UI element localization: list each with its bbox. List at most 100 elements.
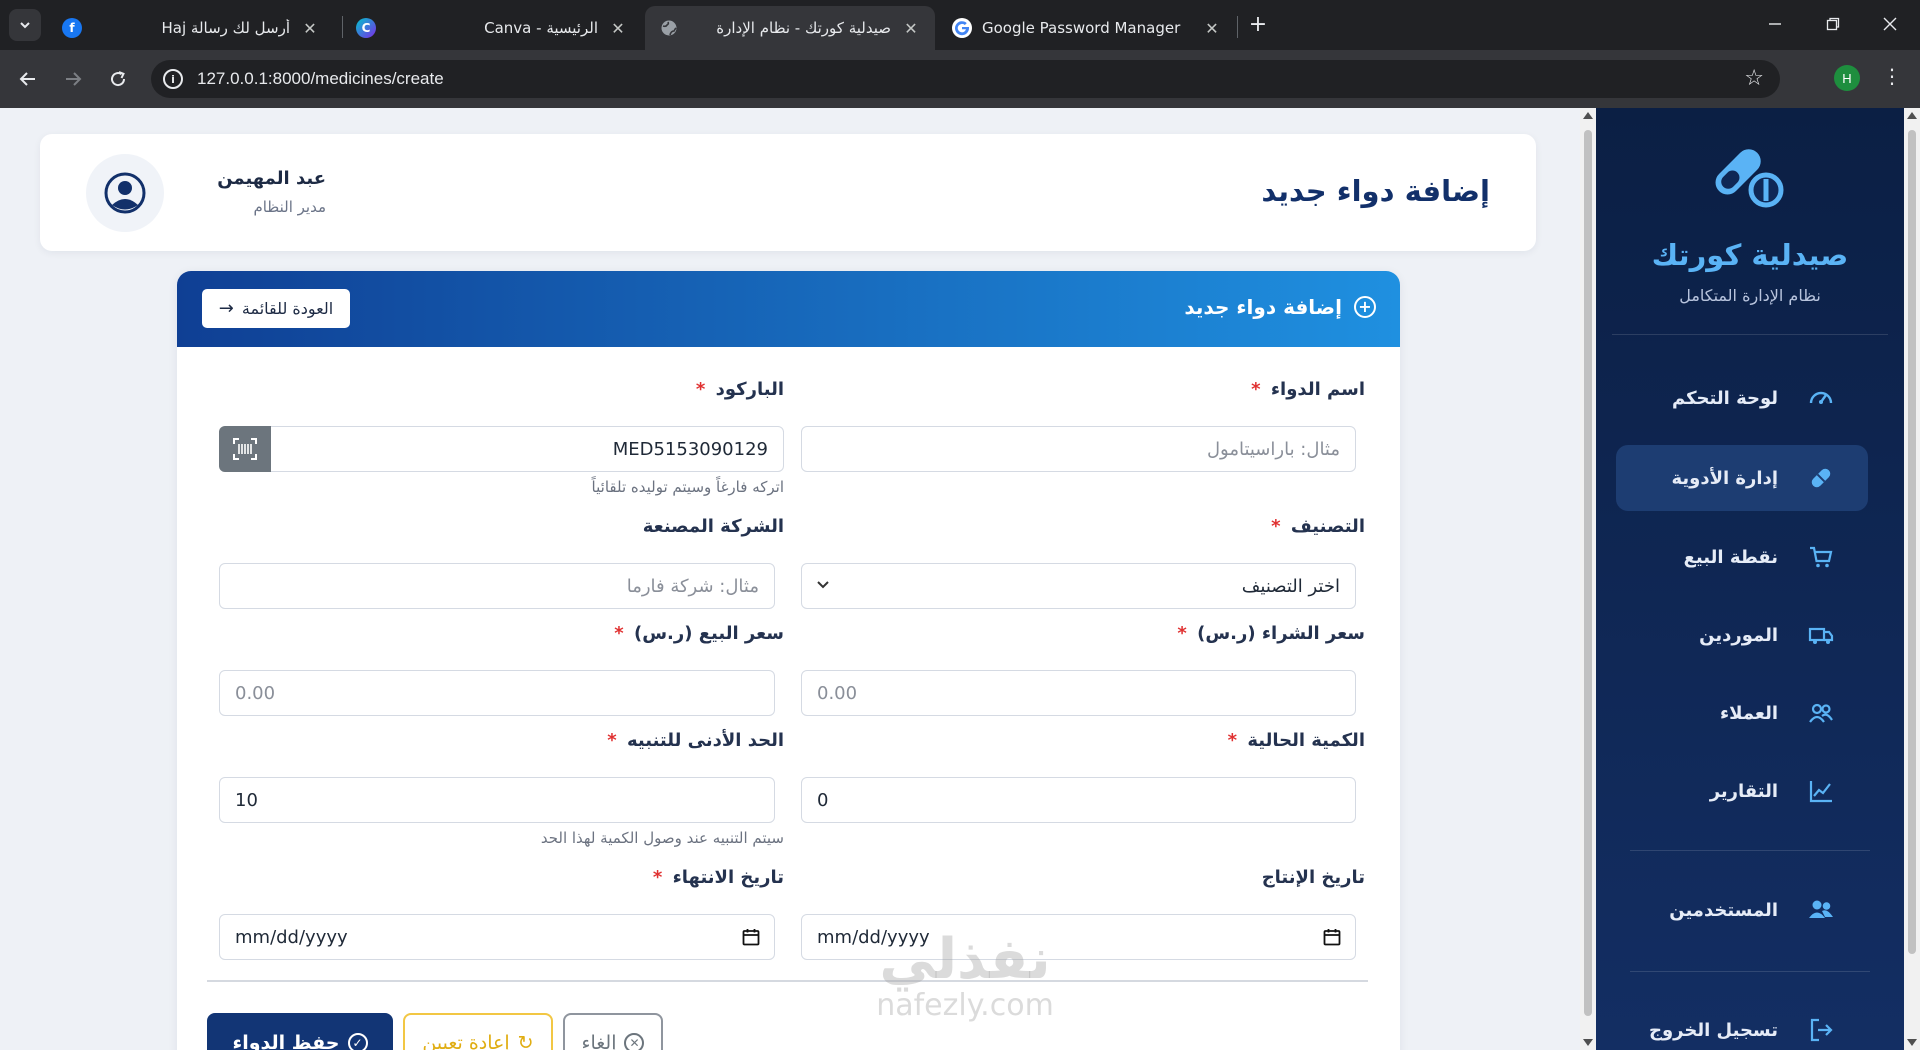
watermark: نفذلي nafezly.com — [855, 930, 1075, 1022]
sidebar-item-medicines[interactable]: إدارة الأدوية — [1616, 445, 1868, 511]
reset-button[interactable]: ↻ إعادة تعيين — [403, 1013, 553, 1050]
facebook-icon: f — [62, 18, 82, 38]
minimize-icon — [1769, 23, 1781, 25]
calendar-icon[interactable] — [742, 928, 760, 946]
sidebar-item-label: نقطة البيع — [1683, 546, 1778, 568]
save-label: حفظ الدواء — [232, 1032, 340, 1050]
sidebar-item-dashboard[interactable]: لوحة التحكم — [1616, 365, 1868, 431]
sidebar-item-label: العملاء — [1719, 702, 1778, 724]
sidebar-item-label: الموردين — [1699, 624, 1778, 646]
restore-button[interactable] — [1813, 6, 1853, 42]
browser-toolbar: i 127.0.0.1:8000/medicines/create ☆ H ⋮ — [0, 50, 1920, 108]
avatar — [86, 154, 164, 232]
browser-tab-canva[interactable]: C الرئيسية - Canva ✕ — [342, 6, 642, 50]
user-name: عبد المهيمن — [217, 168, 326, 189]
new-tab-button[interactable]: + — [1244, 10, 1272, 38]
expiry-date-input[interactable]: mm/dd/yyyy — [219, 914, 775, 960]
save-medicine-button[interactable]: ✓ حفظ الدواء — [207, 1013, 393, 1050]
scroll-down-arrow[interactable] — [1907, 1039, 1917, 1046]
scroll-up-arrow[interactable] — [1907, 112, 1917, 119]
forward-button[interactable] — [57, 63, 89, 95]
brand-subtitle: نظام الإدارة المتكامل — [1679, 286, 1821, 305]
cancel-label: إلغاء — [581, 1032, 617, 1050]
min-alert-input[interactable]: 10 — [219, 777, 775, 823]
dashboard-icon — [1806, 383, 1836, 413]
reload-button[interactable] — [102, 63, 134, 95]
browser-tab-active[interactable]: صيدلية كورتك - نظام الإدارة ✕ — [645, 6, 935, 50]
reset-label: إعادة تعيين — [422, 1032, 510, 1050]
pill-logo-icon — [1708, 144, 1792, 214]
calendar-icon[interactable] — [1323, 928, 1341, 946]
sidebar-item-logout[interactable]: تسجيل الخروج — [1616, 997, 1868, 1050]
production-date-label: تاريخ الإنتاج — [1261, 867, 1365, 888]
purchase-price-input[interactable]: 0.00 — [801, 670, 1356, 716]
sidebar-item-customers[interactable]: العملاء — [1616, 680, 1868, 746]
address-bar[interactable]: i 127.0.0.1:8000/medicines/create ☆ — [151, 60, 1780, 98]
close-circle-icon: ✕ — [624, 1033, 645, 1050]
page-scrollbar[interactable] — [1580, 108, 1596, 1050]
sidebar: صيدلية كورتك نظام الإدارة المتكامل لوحة … — [1596, 108, 1904, 1050]
sidebar-item-reports[interactable]: التقارير — [1616, 758, 1868, 824]
barcode-scan-icon — [233, 438, 257, 460]
browser-tab-facebook[interactable]: f أرسل لك رسالة Haj ✕ — [48, 6, 334, 50]
tab-search-button[interactable] — [9, 9, 41, 41]
close-icon[interactable]: ✕ — [300, 18, 320, 38]
browser-menu-icon[interactable]: ⋮ — [1882, 64, 1902, 88]
canva-icon: C — [356, 18, 376, 38]
google-icon — [952, 18, 972, 38]
pill-icon — [1806, 463, 1836, 493]
sidebar-divider — [1630, 971, 1870, 972]
cancel-button[interactable]: ✕ إلغاء — [563, 1013, 663, 1050]
close-icon[interactable]: ✕ — [608, 18, 628, 38]
scroll-down-arrow[interactable] — [1583, 1039, 1593, 1046]
manufacturer-label: الشركة المصنعة — [642, 516, 784, 537]
medicine-form-card: + إضافة دواء جديد العودة للقائمة → اسم ا… — [177, 271, 1400, 1050]
medicine-name-input[interactable]: مثال: باراسيتامول — [801, 426, 1356, 472]
barcode-label: الباركود * — [695, 379, 784, 400]
sidebar-item-suppliers[interactable]: الموردين — [1616, 602, 1868, 668]
arrow-right-icon — [66, 72, 82, 86]
close-icon[interactable]: ✕ — [1202, 18, 1222, 38]
bookmark-star-icon[interactable]: ☆ — [1744, 66, 1764, 91]
tab-title: Google Password Manager — [982, 19, 1181, 37]
page-header: إضافة دواء جديد عبد المهيمن مدير النظام — [40, 134, 1536, 251]
sidebar-item-users[interactable]: المستخدمين — [1616, 877, 1868, 943]
sale-price-input[interactable]: 0.00 — [219, 670, 775, 716]
sidebar-item-label: التقارير — [1709, 780, 1778, 802]
user-info[interactable]: عبد المهيمن مدير النظام — [86, 154, 326, 234]
scroll-up-arrow[interactable] — [1583, 112, 1593, 119]
back-button[interactable] — [12, 63, 44, 95]
barcode-input[interactable]: MED5153090129 — [270, 426, 784, 472]
close-icon[interactable]: ✕ — [901, 18, 921, 38]
profile-avatar[interactable]: H — [1834, 65, 1860, 91]
back-to-list-button[interactable]: العودة للقائمة → — [202, 289, 350, 328]
scrollbar-thumb[interactable] — [1584, 130, 1592, 1016]
minimize-button[interactable] — [1755, 6, 1795, 42]
sidebar-item-pos[interactable]: نقطة البيع — [1616, 524, 1868, 590]
manufacturer-input[interactable]: مثال: شركة فارما — [219, 563, 775, 609]
user-circle-icon — [104, 172, 146, 214]
sale-price-label: سعر البيع (ر.س) * — [614, 623, 784, 644]
watermark-arabic: نفذلي — [879, 927, 1051, 992]
sidebar-item-label: المستخدمين — [1669, 899, 1778, 921]
form-divider — [207, 980, 1368, 982]
browser-tab-password-manager[interactable]: Google Password Manager ✕ — [938, 6, 1236, 50]
sidebar-item-label: لوحة التحكم — [1671, 387, 1778, 409]
back-to-list-label: العودة للقائمة — [241, 299, 334, 318]
close-window-button[interactable] — [1870, 6, 1910, 42]
barcode-scan-button[interactable] — [219, 426, 271, 472]
scrollbar-thumb[interactable] — [1908, 130, 1916, 954]
browser-tabstrip: f أرسل لك رسالة Haj ✕ C الرئيسية - Canva… — [0, 0, 1920, 50]
quantity-input[interactable]: 0 — [801, 777, 1356, 823]
chevron-down-icon — [817, 581, 829, 589]
sidebar-divider — [1630, 850, 1870, 851]
sidebar-scrollbar[interactable] — [1904, 108, 1920, 1050]
tab-title: أرسل لك رسالة Haj — [161, 19, 291, 37]
brand-name: صيدلية كورتك — [1651, 238, 1849, 272]
category-select[interactable]: اختر التصنيف — [801, 563, 1356, 609]
site-info-icon[interactable]: i — [163, 69, 183, 89]
quantity-label: الكمية الحالية * — [1227, 730, 1365, 751]
plus-circle-icon: + — [1354, 296, 1376, 318]
arrow-right-icon: → — [218, 298, 234, 319]
logout-icon — [1806, 1015, 1836, 1045]
